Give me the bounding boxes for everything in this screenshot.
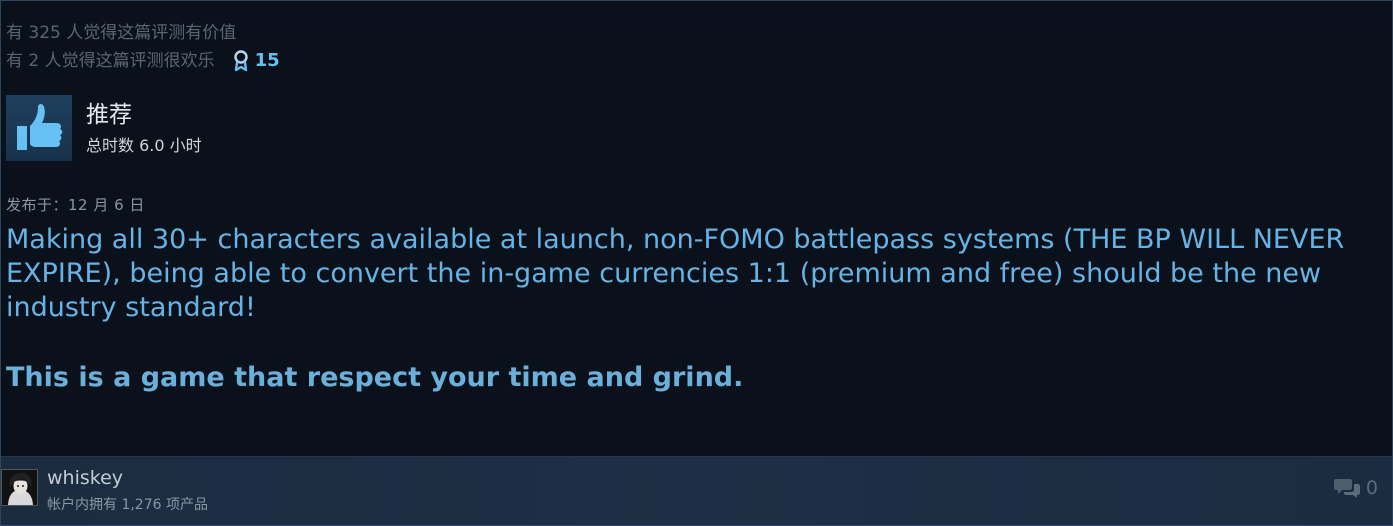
helpful-summary: 有 325 人觉得这篇评测有价值 有 2 人觉得这篇评测很欢乐 15 <box>6 19 280 75</box>
comments-count: 0 <box>1365 477 1378 499</box>
author-name[interactable]: whiskey <box>47 467 123 489</box>
posted-date: 发布于：12 月 6 日 <box>6 196 145 214</box>
playtime-hours: 总时数 6.0 小时 <box>86 136 202 155</box>
review-card: 有 325 人觉得这篇评测有价值 有 2 人觉得这篇评测很欢乐 15 推荐 总时… <box>0 0 1393 526</box>
recommendation-header[interactable]: 推荐 总时数 6.0 小时 <box>6 95 202 161</box>
review-paragraph: Making all 30+ characters available at l… <box>6 224 1345 323</box>
comments-button[interactable]: 0 <box>1333 477 1378 499</box>
award-count: 15 <box>254 50 280 71</box>
recommendation-text: 推荐 总时数 6.0 小时 <box>86 100 202 156</box>
review-author-bar: whiskey 帐户内拥有 1,276 项产品 0 <box>1 456 1392 526</box>
award-badge[interactable]: 15 <box>233 47 280 75</box>
helpful-useful-row: 有 325 人觉得这篇评测有价值 <box>6 19 280 47</box>
comment-bubble-icon <box>1333 479 1360 498</box>
recommendation-title: 推荐 <box>86 102 132 128</box>
helpful-funny-row: 有 2 人觉得这篇评测很欢乐 15 <box>6 47 280 75</box>
review-body: Making all 30+ characters available at l… <box>6 223 1366 395</box>
thumbs-up-icon <box>6 95 72 161</box>
award-ribbon-icon <box>233 50 248 72</box>
helpful-useful-text: 有 325 人觉得这篇评测有价值 <box>6 23 237 43</box>
avatar[interactable] <box>1 469 38 506</box>
review-bold-line: This is a game that respect your time an… <box>6 362 744 393</box>
helpful-funny-text: 有 2 人觉得这篇评测很欢乐 <box>6 51 215 71</box>
author-owned-products: 帐户内拥有 1,276 项产品 <box>47 497 208 513</box>
